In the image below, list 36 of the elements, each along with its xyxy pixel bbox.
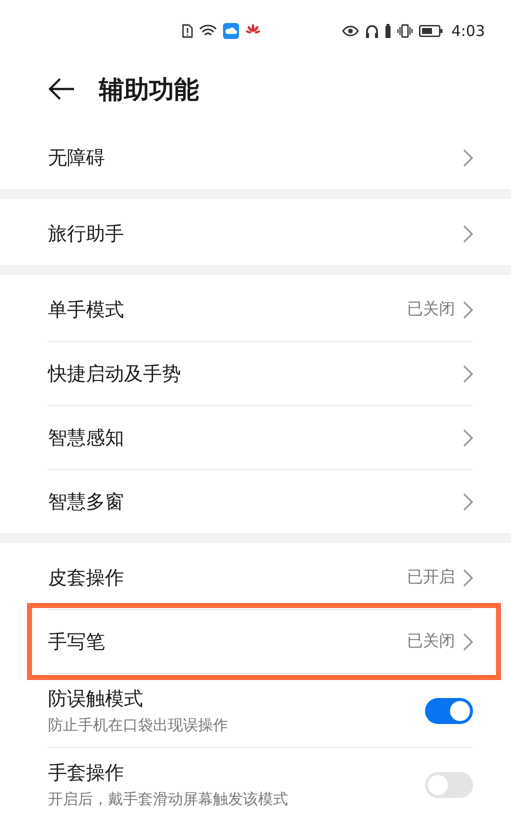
chevron-icon bbox=[463, 568, 473, 586]
toggle-switch[interactable] bbox=[425, 698, 473, 724]
eye-icon bbox=[342, 25, 360, 37]
battery-level-icon bbox=[385, 24, 392, 38]
setting-label: 手套操作 bbox=[48, 761, 125, 786]
setting-value: 已关闭 bbox=[407, 631, 455, 652]
status-time: 4:03 bbox=[451, 22, 485, 40]
setting-description: 开启后，戴手套滑动屏幕触发该模式 bbox=[48, 790, 289, 809]
chevron-icon bbox=[463, 224, 473, 242]
setting-label[interactable]: 智慧多窗 bbox=[48, 488, 463, 514]
chevron-icon bbox=[463, 148, 473, 166]
chevron-icon bbox=[463, 632, 473, 650]
back-arrow-icon[interactable] bbox=[48, 78, 75, 100]
cloud-app-icon bbox=[223, 23, 239, 39]
chevron-icon bbox=[463, 428, 473, 446]
headphones-icon bbox=[365, 24, 380, 38]
wifi-icon bbox=[199, 24, 217, 38]
vibrate-icon bbox=[397, 24, 414, 38]
setting-label[interactable]: 无障碍 bbox=[48, 144, 463, 170]
chevron-icon bbox=[463, 364, 473, 382]
setting-label[interactable]: 单手模式 bbox=[48, 296, 407, 322]
setting-value: 已关闭 bbox=[407, 299, 455, 320]
setting-description: 防止手机在口袋出现误操作 bbox=[48, 716, 229, 735]
setting-label[interactable]: 快捷启动及手势 bbox=[48, 360, 463, 386]
setting-label[interactable]: 旅行助手 bbox=[48, 220, 463, 246]
chevron-icon bbox=[463, 300, 473, 318]
setting-label[interactable]: 智慧感知 bbox=[48, 424, 463, 450]
setting-label: 防误触模式 bbox=[48, 687, 144, 712]
setting-label[interactable]: 手写笔 bbox=[48, 628, 407, 654]
battery-icon bbox=[419, 25, 444, 37]
chevron-icon bbox=[463, 492, 473, 510]
sim-alert-icon bbox=[182, 24, 193, 38]
setting-value: 已开启 bbox=[407, 567, 455, 588]
setting-label[interactable]: 皮套操作 bbox=[48, 564, 407, 590]
toggle-switch[interactable] bbox=[425, 772, 473, 798]
page-title: 辅助功能 bbox=[99, 74, 199, 106]
